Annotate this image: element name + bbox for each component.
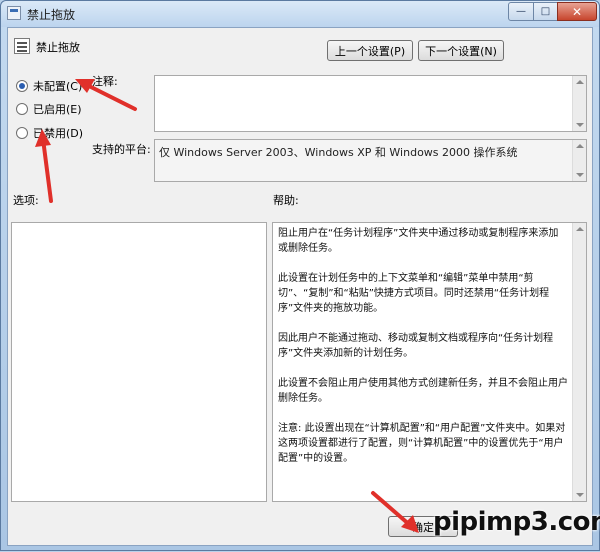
close-icon: ✕: [571, 4, 583, 19]
previous-setting-button[interactable]: 上一个设置(P): [327, 40, 413, 61]
maximize-icon: □: [540, 6, 551, 17]
radio-disabled[interactable]: 已禁用(D): [16, 125, 83, 141]
radio-button-checked[interactable]: [16, 80, 28, 92]
policy-window-icon: [7, 6, 21, 20]
help-scrollbar[interactable]: [572, 223, 586, 501]
dialog-client-area: 禁止拖放 上一个设置(P) 下一个设置(N) 未配置(C) 已启用(E) 已禁用…: [7, 27, 593, 546]
maximize-button[interactable]: □: [533, 2, 558, 21]
comment-scrollbar[interactable]: [572, 76, 586, 131]
help-text: 阻止用户在“任务计划程序”文件夹中通过移动或复制程序来添加或删除任务。 此设置在…: [278, 226, 568, 481]
minimize-button[interactable]: —: [508, 2, 534, 21]
radio-not-configured[interactable]: 未配置(C): [16, 78, 82, 94]
help-label: 帮助:: [273, 194, 299, 207]
supported-platform-value: 仅 Windows Server 2003、Windows XP 和 Windo…: [159, 146, 518, 159]
radio-button[interactable]: [16, 127, 28, 139]
radio-label: 已启用(E): [33, 103, 82, 116]
policy-setting-icon: [14, 38, 30, 54]
close-button[interactable]: ✕: [557, 2, 597, 21]
radio-label: 未配置(C): [33, 80, 83, 93]
title-bar[interactable]: 禁止拖放 — □ ✕: [1, 1, 599, 27]
window-title: 禁止拖放: [27, 8, 76, 22]
radio-enabled[interactable]: 已启用(E): [16, 101, 82, 117]
supported-platform-box: 仅 Windows Server 2003、Windows XP 和 Windo…: [154, 139, 587, 182]
help-paragraph: 此设置不会阻止用户使用其他方式创建新任务，并且不会阻止用户删除任务。: [278, 378, 568, 404]
comment-label: 注释:: [92, 75, 118, 88]
platform-scrollbar[interactable]: [572, 140, 586, 181]
help-paragraph: 阻止用户在“任务计划程序”文件夹中通过移动或复制程序来添加或删除任务。: [278, 228, 559, 254]
minimize-icon: —: [516, 6, 526, 17]
options-pane: [11, 222, 267, 502]
help-pane: 阻止用户在“任务计划程序”文件夹中通过移动或复制程序来添加或删除任务。 此设置在…: [272, 222, 587, 502]
next-setting-button[interactable]: 下一个设置(N): [418, 40, 504, 61]
comment-textarea[interactable]: [154, 75, 587, 132]
radio-button[interactable]: [16, 103, 28, 115]
policy-dialog-window: 禁止拖放 — □ ✕ 禁止拖放 上一个设置(P) 下一个设置(N) 未配置(C)…: [0, 0, 600, 551]
radio-label: 已禁用(D): [33, 127, 84, 140]
watermark-text: pipimp3.com: [433, 507, 600, 537]
supported-platform-label: 支持的平台:: [92, 143, 151, 156]
options-label: 选项:: [13, 194, 39, 207]
help-paragraph: 此设置在计划任务中的上下文菜单和“编辑”菜单中禁用“剪切”、“复制”和“粘贴”快…: [278, 273, 550, 314]
policy-title: 禁止拖放: [36, 41, 80, 54]
help-paragraph: 注意: 此设置出现在“计算机配置”和“用户配置”文件夹中。如果对这两项设置都进行…: [278, 423, 566, 464]
help-paragraph: 因此用户不能通过拖动、移动或复制文档或程序向“任务计划程序”文件夹添加新的计划任…: [278, 333, 554, 359]
